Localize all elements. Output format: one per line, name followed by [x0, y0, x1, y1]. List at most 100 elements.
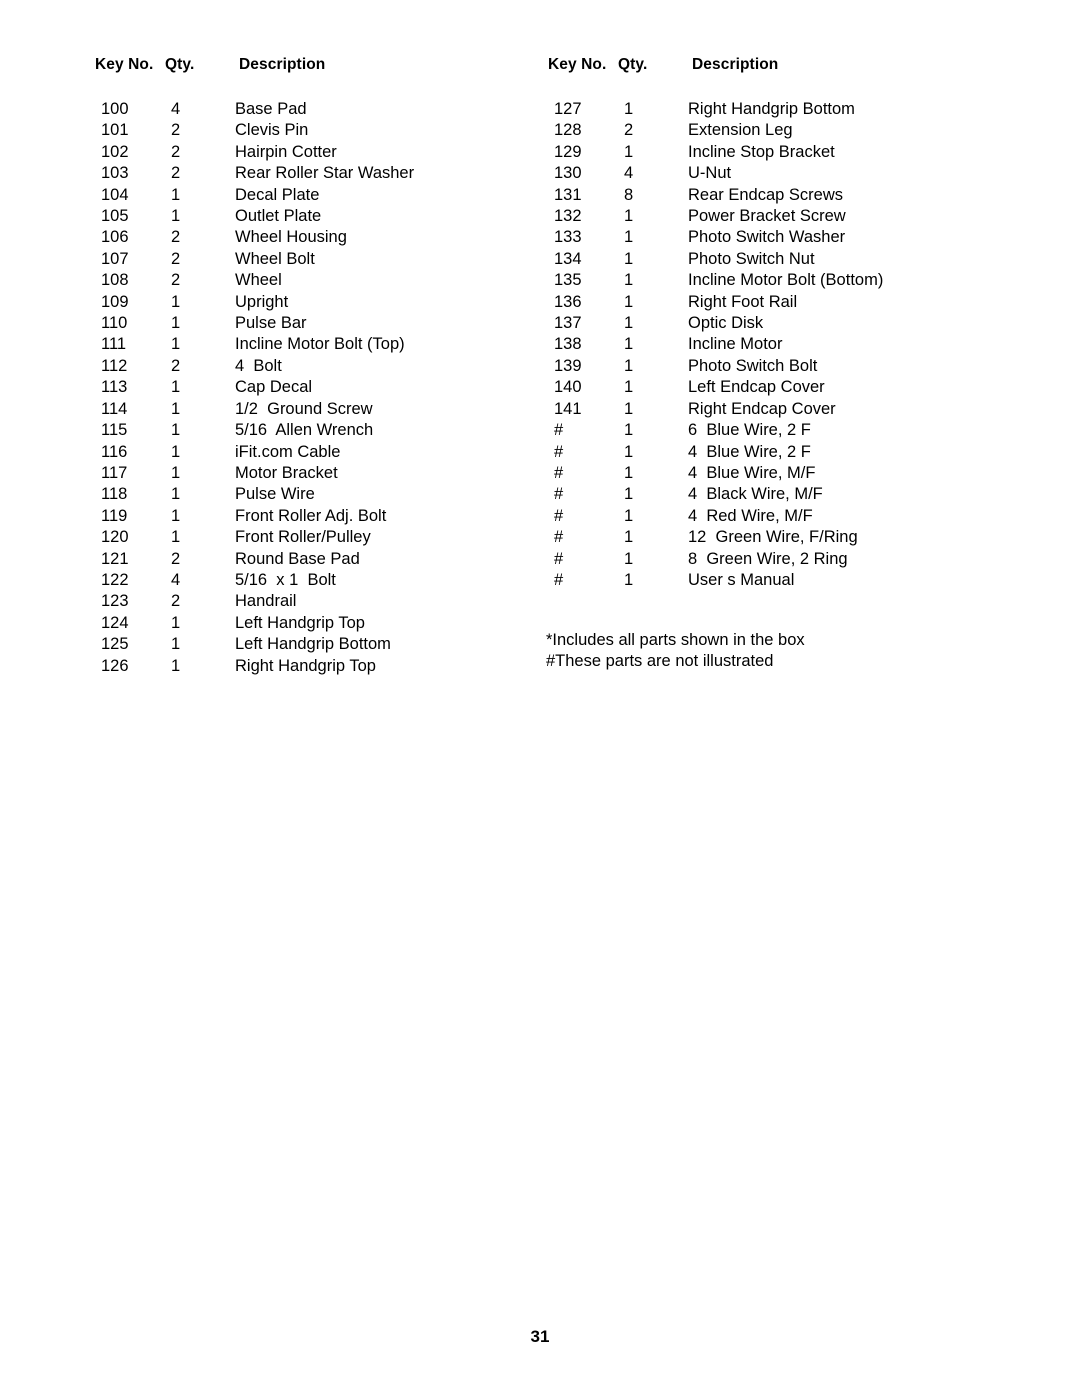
cell-qty: 4 [171, 100, 181, 118]
cell-qty: 1 [624, 378, 634, 397]
table-row: 100 4 Base Pad [95, 99, 535, 120]
cell-key-no: 130 [554, 164, 582, 183]
cell-qty: 2 [171, 228, 181, 247]
cell-description: 5/16 x 1 Bolt [235, 570, 336, 589]
cell-description: Hairpin Cotter [235, 142, 337, 161]
cell-description: 12 Green Wire, F/Ring [688, 528, 858, 547]
cell-description: Left Handgrip Top [235, 613, 365, 632]
table-row: 136 1 Right Foot Rail [548, 292, 1008, 313]
table-row: 106 2 Wheel Housing [95, 227, 535, 248]
cell-qty: 2 [171, 142, 181, 161]
cell-qty: 4 [624, 164, 634, 183]
cell-description: Front Roller/Pulley [235, 528, 371, 547]
cell-qty: 1 [171, 378, 181, 397]
table-row: 125 1 Left Handgrip Bottom [95, 634, 535, 655]
cell-key-no: 108 [101, 271, 129, 290]
cell-key-no: 127 [554, 100, 582, 118]
cell-description: Photo Switch Nut [688, 249, 815, 268]
cell-qty: 1 [624, 421, 634, 440]
parts-table-body: 127 1 Right Handgrip Bottom 128 2 Extension L… [548, 99, 1008, 591]
header-spacer-cell [618, 75, 686, 99]
table-row: #1 4 Black Wire, M/F [548, 484, 1008, 505]
parts-table-left-column: Key No. Qty. Description 100 4 Base Pad 101… [95, 55, 535, 677]
cell-qty: 1 [171, 399, 181, 418]
cell-qty: 1 [624, 485, 634, 504]
table-row: 129 1 Incline Stop Bracket [548, 142, 1008, 163]
table-row: 110 1 Pulse Bar [95, 313, 535, 334]
table-row: 132 1 Power Bracket Screw [548, 206, 1008, 227]
table-row: 101 2 Clevis Pin [95, 120, 535, 141]
cell-key-no: 107 [101, 249, 129, 268]
header-spacer-cell [686, 75, 1008, 99]
cell-qty: 2 [171, 549, 181, 568]
cell-description: 4 Bolt [235, 356, 282, 375]
cell-key-no: # [554, 421, 564, 440]
cell-qty: 1 [171, 292, 181, 311]
cell-qty: 1 [624, 314, 634, 333]
table-row: 112 2 4 Bolt [95, 356, 535, 377]
cell-description: Incline Stop Bracket [688, 142, 835, 161]
header-row: Key No. Qty. Description [548, 55, 1008, 75]
table-row: 116 1 iFit.com Cable [95, 442, 535, 463]
cell-qty: 1 [624, 549, 634, 568]
footnotes: *Includes all parts shown in the box #The… [546, 630, 805, 673]
cell-key-no: 114 [101, 399, 128, 418]
cell-key-no: 118 [101, 485, 128, 504]
table-row: 113 1 Cap Decal [95, 377, 535, 398]
table-row: 122 4 5/16 x 1 Bolt [95, 570, 535, 591]
cell-key-no: 139 [554, 356, 582, 375]
cell-key-no: 136 [554, 292, 582, 311]
cell-description: Incline Motor Bolt (Bottom) [688, 271, 884, 290]
table-row: 115 1 5/16 Allen Wrench [95, 420, 535, 441]
cell-description: Incline Motor [688, 335, 783, 354]
parts-table: Key No. Qty. Description 100 4 Base Pad 101… [95, 55, 535, 677]
cell-description: 6 Blue Wire, 2 F [688, 421, 811, 440]
cell-description: Photo Switch Washer [688, 228, 846, 247]
cell-description: Clevis Pin [235, 121, 309, 140]
cell-key-no: 132 [554, 207, 582, 226]
cell-key-no: 125 [101, 635, 129, 654]
column-header-key-no: Key No. [548, 56, 607, 73]
cell-qty: 1 [624, 100, 634, 118]
cell-description: 4 Red Wire, M/F [688, 506, 813, 525]
cell-key-no: 100 [101, 100, 129, 118]
cell-key-no: 141 [554, 399, 582, 418]
cell-description: 4 Blue Wire, M/F [688, 463, 816, 482]
parts-table: Key No. Qty. Description 127 1 Right Handg… [548, 55, 1008, 591]
table-row: 139 1 Photo Switch Bolt [548, 356, 1008, 377]
cell-key-no: 134 [554, 249, 582, 268]
parts-table-right-column: Key No. Qty. Description 127 1 Right Handg… [548, 55, 1008, 591]
table-row: 137 1 Optic Disk [548, 313, 1008, 334]
table-row: 134 1 Photo Switch Nut [548, 249, 1008, 270]
cell-qty: 2 [171, 249, 181, 268]
cell-key-no: 140 [554, 378, 582, 397]
cell-qty: 1 [171, 463, 181, 482]
cell-description: Front Roller Adj. Bolt [235, 506, 387, 525]
header-spacer-cell [548, 75, 618, 99]
cell-qty: 8 [624, 185, 634, 204]
cell-qty: 1 [624, 142, 634, 161]
cell-qty: 1 [624, 207, 634, 226]
table-row: 109 1 Upright [95, 292, 535, 313]
table-row: 103 2 Rear Roller Star Washer [95, 163, 535, 184]
cell-key-no: 111 [101, 335, 127, 354]
cell-qty: 2 [624, 121, 634, 140]
cell-qty: 2 [171, 592, 181, 611]
cell-description: 4 Blue Wire, 2 F [688, 442, 811, 461]
cell-qty: 1 [624, 335, 634, 354]
table-row: #1 4 Blue Wire, 2 F [548, 442, 1008, 463]
table-row: #1 8 Green Wire, 2 Ring [548, 549, 1008, 570]
cell-qty: 1 [171, 528, 181, 547]
cell-key-no: 129 [554, 142, 582, 161]
table-row: 118 1 Pulse Wire [95, 484, 535, 505]
cell-qty: 1 [171, 207, 181, 226]
cell-key-no: 112 [101, 356, 128, 375]
table-row: 105 1 Outlet Plate [95, 206, 535, 227]
table-row: 133 1 Photo Switch Washer [548, 227, 1008, 248]
table-row: #1 User s Manual [548, 570, 1008, 591]
header-spacer-row [548, 75, 1008, 99]
cell-key-no: # [554, 463, 564, 482]
table-row: 141 1 Right Endcap Cover [548, 399, 1008, 420]
footnote: *Includes all parts shown in the box [546, 631, 805, 649]
cell-key-no: 102 [101, 142, 129, 161]
